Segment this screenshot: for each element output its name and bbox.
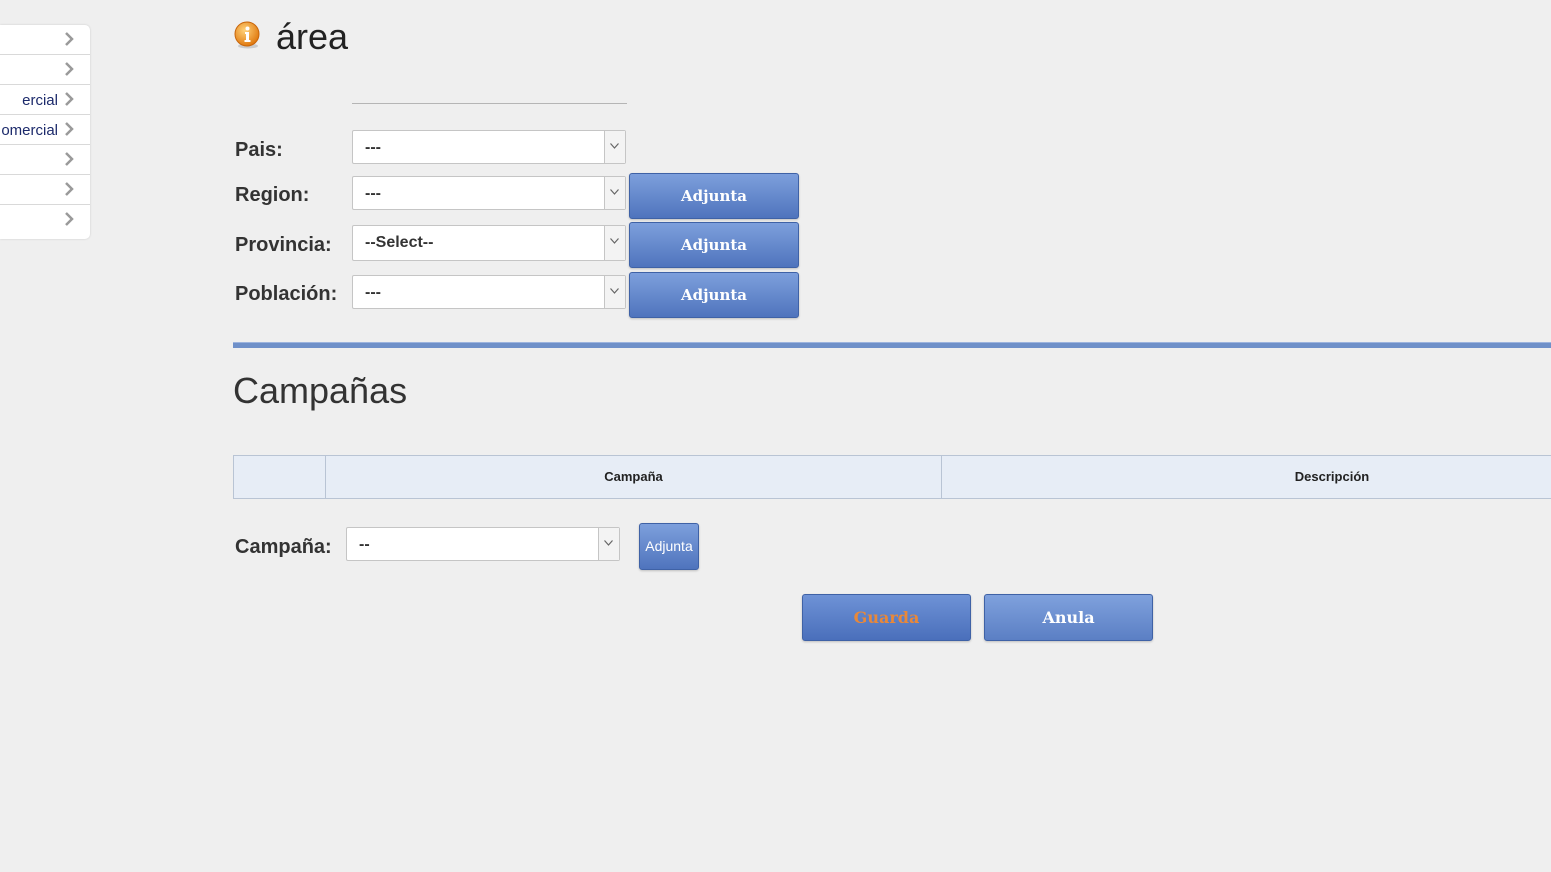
poblacion-select[interactable]: --- — [352, 275, 626, 309]
dropdown-arrow[interactable] — [604, 276, 625, 308]
cancel-button[interactable]: Anula — [984, 594, 1153, 641]
sidebar-item-2[interactable] — [0, 55, 90, 85]
info-icon — [234, 21, 260, 49]
sidebar-item-3[interactable]: ercial — [0, 85, 90, 115]
chevron-down-icon — [610, 143, 619, 149]
column-header-campana[interactable]: Campaña — [326, 456, 942, 498]
section-separator — [233, 342, 1551, 348]
provincia-label: Provincia: — [235, 234, 332, 256]
chevron-right-icon — [65, 92, 74, 106]
chevron-right-icon — [65, 122, 74, 136]
provincia-select-value: --Select-- — [365, 234, 434, 251]
poblacion-label: Población: — [235, 283, 338, 305]
dropdown-arrow[interactable] — [604, 226, 625, 260]
campana-select[interactable]: -- — [346, 527, 620, 561]
chevron-down-icon — [610, 288, 619, 294]
campanas-title: Campañas — [233, 370, 408, 411]
chevron-right-icon — [65, 32, 74, 46]
sidebar-item-label: ercial — [22, 92, 58, 109]
region-adjunta-button[interactable]: Adjunta — [629, 173, 799, 219]
provincia-select[interactable]: --Select-- — [352, 225, 626, 261]
chevron-right-icon — [65, 152, 74, 166]
chevron-right-icon — [65, 62, 74, 76]
chevron-down-icon — [604, 540, 613, 546]
pais-select-value: --- — [365, 139, 381, 156]
campana-label: Campaña: — [235, 536, 332, 558]
poblacion-select-value: --- — [365, 284, 381, 301]
divider — [352, 103, 627, 104]
poblacion-adjunta-button[interactable]: Adjunta — [629, 272, 799, 318]
region-select-value: --- — [365, 185, 381, 202]
pais-select[interactable]: --- — [352, 130, 626, 164]
sidebar-item-6[interactable] — [0, 175, 90, 205]
chevron-right-icon — [65, 212, 74, 226]
provincia-adjunta-button[interactable]: Adjunta — [629, 222, 799, 268]
save-button[interactable]: Guarda — [802, 594, 971, 641]
column-header-select — [234, 456, 326, 498]
column-header-descripcion[interactable]: Descripción — [942, 456, 1551, 498]
chevron-down-icon — [610, 238, 619, 244]
dropdown-arrow[interactable] — [604, 177, 625, 209]
page-title: área — [276, 16, 349, 57]
sidebar-item-4[interactable]: omercial — [0, 115, 90, 145]
campana-adjunta-button[interactable]: Adjunta — [639, 523, 699, 570]
sidebar-item-label: omercial — [1, 122, 58, 139]
sidebar-item-5[interactable] — [0, 145, 90, 175]
region-label: Region: — [235, 184, 310, 206]
chevron-down-icon — [610, 189, 619, 195]
sidebar-item-1[interactable] — [0, 25, 90, 55]
campana-select-value: -- — [359, 536, 370, 553]
campanas-table-header: Campaña Descripción — [233, 455, 1551, 499]
sidebar-menu: ercial omercial — [0, 25, 90, 239]
chevron-right-icon — [65, 182, 74, 196]
dropdown-arrow[interactable] — [604, 131, 625, 163]
region-select[interactable]: --- — [352, 176, 626, 210]
pais-label: Pais: — [235, 139, 283, 161]
dropdown-arrow[interactable] — [598, 528, 619, 560]
sidebar-item-7[interactable] — [0, 205, 90, 235]
